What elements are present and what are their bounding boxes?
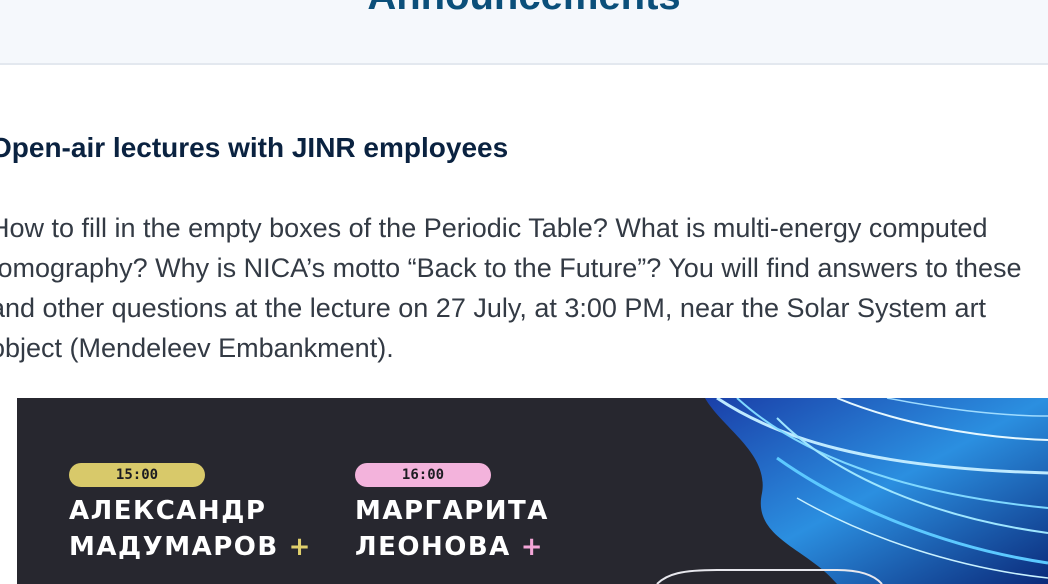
section-title: Announcements [0,0,1048,19]
news-title[interactable]: Open-air lectures with JINR employees [0,132,508,164]
lecture-banner-image[interactable]: 15:00 АЛЕКСАНДР МАДУМАРОВ + 16:00 МАРГАРИ… [17,398,1048,584]
news-body: How to fill in the empty boxes of the Pe… [0,213,1022,363]
speaker-last-name: ЛЕОНОВА [355,532,511,562]
speaker-first-name: АЛЕКСАНДР [69,496,267,526]
time-badge: 15:00 [69,463,205,487]
speaker-1: 15:00 АЛЕКСАНДР МАДУМАРОВ + [69,463,312,565]
speaker-last-name-row: ЛЕОНОВА + [355,529,549,565]
plus-icon: + [288,532,312,562]
speaker-last-name-row: МАДУМАРОВ + [69,529,312,565]
section-header: Announcements [0,0,1048,65]
speaker-2: 16:00 МАРГАРИТА ЛЕОНОВА + [355,463,549,565]
time-badge: 16:00 [355,463,491,487]
speaker-first-name: МАРГАРИТА [355,496,549,526]
plus-icon: + [520,532,545,562]
speaker-last-name: МАДУМАРОВ [69,532,279,562]
